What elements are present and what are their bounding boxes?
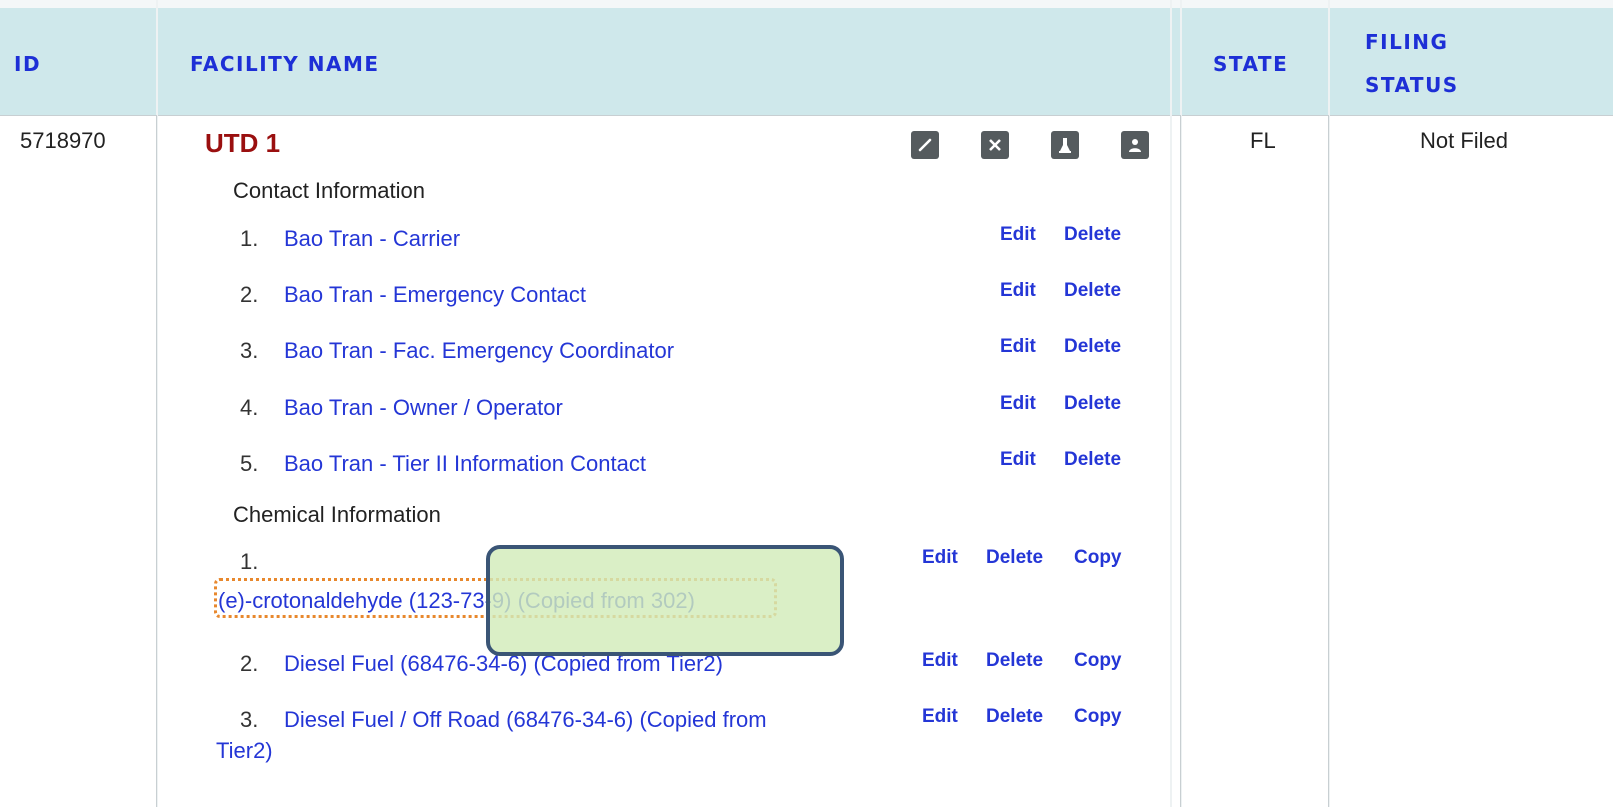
header-id[interactable]: ID [14,52,41,76]
contact-number: 5. [240,451,259,476]
contact-edit-link[interactable]: Edit [1000,280,1036,302]
contact-edit-link[interactable]: Edit [1000,393,1036,415]
chemical-delete-link[interactable]: Delete [986,706,1043,728]
contact-number: 4. [240,395,259,420]
chemical-copy-link[interactable]: Copy [1074,706,1122,728]
chemical-copy-link[interactable]: Copy [1074,650,1122,672]
cell-divider [1180,115,1181,807]
contact-number: 3. [240,338,259,363]
header-facility-name[interactable]: FACILITY NAME [190,52,380,76]
contact-link[interactable]: Bao Tran - Emergency Contact [284,282,586,308]
chemical-link[interactable]: Diesel Fuel / Off Road (68476-34-6) (Cop… [284,707,767,733]
facility-name[interactable]: UTD 1 [205,128,280,159]
filing-status: Not Filed [1420,128,1509,153]
chemical-edit-link[interactable]: Edit [922,547,958,569]
user-icon-glyph [1129,139,1141,152]
contact-delete-link[interactable]: Delete [1064,224,1121,246]
contact-edit-link[interactable]: Edit [1000,336,1036,358]
chemical-delete-link[interactable]: Delete [986,547,1043,569]
contact-edit-link[interactable]: Edit [1000,449,1036,471]
contact-number: 1. [240,226,259,251]
cell-divider [1328,115,1329,807]
flask-icon-glyph [1059,138,1071,153]
chemical-edit-link[interactable]: Edit [922,650,958,672]
header-divider [0,115,1613,116]
header-filing-status-line1[interactable]: FILING [1365,30,1448,54]
delete-icon-glyph [989,139,1001,151]
callout-highlight-box [486,545,844,656]
contact-edit-link[interactable]: Edit [1000,224,1036,246]
chemical-number: 3. [240,707,259,732]
chemical-information-label: Chemical Information [233,502,441,527]
flask-icon[interactable] [1051,131,1079,159]
chemical-link-continued[interactable]: Tier2) [216,738,273,764]
chemical-number: 1. [240,549,259,574]
contact-link[interactable]: Bao Tran - Fac. Emergency Coordinator [284,338,674,364]
chemical-copy-link[interactable]: Copy [1074,547,1122,569]
column-separator [1170,0,1172,807]
contact-delete-link[interactable]: Delete [1064,280,1121,302]
cell-divider [156,115,157,807]
contact-delete-link[interactable]: Delete [1064,393,1121,415]
contact-delete-link[interactable]: Delete [1064,449,1121,471]
contact-link[interactable]: Bao Tran - Carrier [284,226,460,252]
delete-icon[interactable] [981,131,1009,159]
edit-icon-glyph [918,138,932,152]
header-state[interactable]: STATE [1213,52,1288,76]
contact-link[interactable]: Bao Tran - Tier II Information Contact [284,451,646,477]
edit-icon[interactable] [911,131,939,159]
chemical-delete-link[interactable]: Delete [986,650,1043,672]
header-filing-status-line2[interactable]: STATUS [1365,73,1459,97]
contact-information-label: Contact Information [233,178,425,203]
contact-link[interactable]: Bao Tran - Owner / Operator [284,395,563,421]
contact-number: 2. [240,282,259,307]
chemical-number: 2. [240,651,259,676]
user-icon[interactable] [1121,131,1149,159]
chemical-edit-link[interactable]: Edit [922,706,958,728]
facility-id: 5718970 [20,128,106,153]
facility-state: FL [1250,128,1276,153]
header-top-strip [0,0,1613,8]
contact-delete-link[interactable]: Delete [1064,336,1121,358]
